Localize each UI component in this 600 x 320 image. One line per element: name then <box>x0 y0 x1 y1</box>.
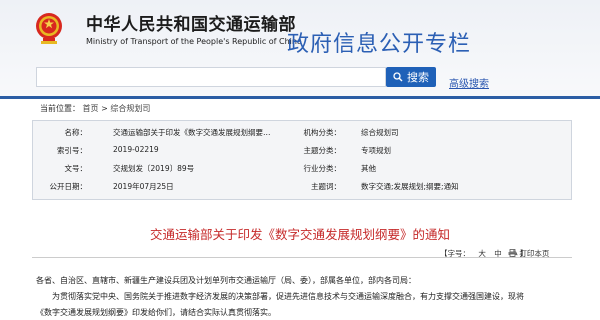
site-header: 中华人民共和国交通运输部 Ministry of Transport of th… <box>0 0 600 98</box>
breadcrumb-current[interactable]: 综合规划司 <box>110 104 150 113</box>
toolbar-divider <box>32 257 572 258</box>
meta-label: 名称： <box>64 128 88 137</box>
document-title: 交通运输部关于印发《数字交通发展规划纲要》的通知 <box>149 227 450 242</box>
breadcrumb-home[interactable]: 首页 <box>83 104 99 113</box>
meta-label: 主题词： <box>311 182 341 191</box>
search-button[interactable]: 搜索 <box>386 67 436 87</box>
meta-value: 2019年07月25日 <box>113 182 174 191</box>
search-input[interactable] <box>36 67 386 87</box>
breadcrumb-prefix: 当前位置： <box>40 104 80 113</box>
meta-label: 公开日期： <box>49 182 88 191</box>
meta-row: 名称： 交通运输部关于印发《数字交通发展规划纲要… 机构分类： 综合规划司 <box>33 127 571 144</box>
meta-row: 公开日期： 2019年07月25日 主题词： 数字交通;发展规划;纲要;通知 <box>33 181 571 198</box>
header-divider <box>0 96 600 99</box>
breadcrumb: 当前位置： 首页 > 综合规划司 <box>40 103 150 114</box>
portal-title: 政府信息公开专栏 <box>287 32 472 57</box>
ministry-name-en: Ministry of Transport of the People's Re… <box>86 37 302 46</box>
meta-value: 综合规划司 <box>361 128 399 137</box>
meta-label: 主题分类： <box>303 146 342 155</box>
meta-value: 交通运输部关于印发《数字交通发展规划纲要… <box>113 128 271 137</box>
meta-row: 文号： 交规划发〔2019〕89号 行业分类： 其他 <box>33 163 571 180</box>
print-icon <box>508 249 517 257</box>
meta-label: 文号： <box>64 164 88 173</box>
search-button-label: 搜索 <box>407 72 429 84</box>
advanced-search-link[interactable]: 高级搜索 <box>449 75 489 90</box>
meta-value: 专项规划 <box>361 146 391 155</box>
meta-label: 机构分类： <box>303 128 342 137</box>
article-paragraph: 《数字交通发展规划纲要》印发给你们，请结合实际认真贯彻落实。 <box>36 308 276 317</box>
breadcrumb-separator: > <box>101 104 111 113</box>
meta-value: 其他 <box>361 164 376 173</box>
article-paragraph: 为贯彻落实党中央、国务院关于推进数字经济发展的决策部署，促进先进信息技术与交通运… <box>36 292 524 301</box>
ministry-name-cn: 中华人民共和国交通运输部 <box>86 15 296 35</box>
meta-row: 索引号： 2019-02219 主题分类： 专项规划 <box>33 145 571 162</box>
meta-value: 2019-02219 <box>113 145 159 154</box>
document-metadata-box: 名称： 交通运输部关于印发《数字交通发展规划纲要… 机构分类： 综合规划司 索引… <box>32 120 572 200</box>
meta-label: 索引号： <box>57 146 87 155</box>
meta-value: 数字交通;发展规划;纲要;通知 <box>361 182 459 191</box>
meta-value: 交规划发〔2019〕89号 <box>113 164 195 173</box>
article-paragraph: 各省、自治区、直辖市、新疆生产建设兵团及计划单列市交通运输厅（局、委），部属各单… <box>36 276 416 285</box>
search-icon <box>393 72 403 82</box>
meta-label: 行业分类： <box>303 164 342 173</box>
national-emblem-icon <box>36 13 62 44</box>
article-toolbar: 【字号： 大 中 小 】 打印本页 <box>0 244 600 262</box>
